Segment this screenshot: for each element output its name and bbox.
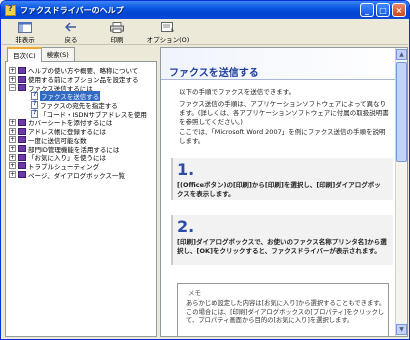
book-icon	[18, 75, 26, 83]
options-label: オプション(O)	[146, 36, 190, 44]
memo-box: メモ あらかじめ設定した内容は[お気に入り]から選択することもできます。この場合…	[177, 283, 389, 336]
intro-example: ここでは、「Microsoft Word 2007」を例にファクス送信の手順を説…	[179, 128, 386, 145]
book-icon	[18, 136, 26, 144]
close-button[interactable]: ×	[392, 3, 406, 17]
tree-item-label: ページ、ダイアログボックス一覧	[28, 171, 125, 180]
toolbar: 非表示 戻る 印刷 オプション(O)	[2, 19, 408, 45]
tab-search[interactable]: 検索(S)	[40, 47, 75, 61]
minimize-button[interactable]: _	[360, 3, 374, 17]
step-1-number: 1.	[177, 160, 195, 179]
title-bar[interactable]: ファクスドライバーのヘルプ _ □ ×	[1, 1, 409, 19]
book-icon	[18, 118, 26, 126]
topic-header: ファクスを送信する	[161, 48, 407, 80]
printer-icon	[110, 21, 124, 33]
nav-tabs: 目次(C) 検索(S)	[7, 47, 75, 62]
memo-text: あらかじめ設定した内容は[お気に入り]から選択することもできます。この場合には、…	[186, 300, 386, 325]
memo-title: メモ	[188, 289, 201, 297]
content-pane: ファクスを送信する 以下の手順でファクスを送信できます。 ファクス送信の手順は、…	[160, 47, 408, 337]
book-icon	[18, 127, 26, 135]
intro-text: 以下の手順でファクスを送信できます。	[179, 88, 296, 96]
tree-item[interactable]: + ページ、ダイアログボックス一覧	[6, 170, 156, 180]
expand-icon[interactable]: +	[9, 127, 16, 135]
maximize-button[interactable]: □	[376, 3, 390, 17]
book-icon	[18, 171, 26, 179]
scroll-down-icon[interactable]: ▼	[396, 324, 407, 335]
step-2-text: [印刷]ダイアログボックスで、お使いのファクス名称プリンタ名]から選択し、[OK…	[177, 238, 387, 255]
help-app-icon	[5, 4, 16, 16]
window-controls: _ □ ×	[360, 3, 406, 17]
hide-pane-icon	[18, 21, 32, 33]
expand-icon[interactable]: +	[9, 171, 16, 179]
contents-tree[interactable]: + ヘルプの使い方や概要、略称について + 使用する前にオプション品を設定する − ファク…	[5, 61, 157, 337]
hide-label: 非表示	[15, 36, 35, 44]
book-icon	[18, 84, 26, 92]
book-icon	[18, 162, 26, 170]
scroll-thumb[interactable]	[396, 62, 407, 162]
expand-icon[interactable]: +	[9, 162, 16, 170]
navigation-pane: 目次(C) 検索(S) + ヘルプの使い方や概要、略称について + 使用する前にオプシ…	[5, 47, 157, 337]
expand-icon[interactable]: +	[9, 136, 16, 144]
expand-icon[interactable]: +	[9, 153, 16, 161]
back-arrow-icon	[64, 21, 78, 33]
print-label: 印刷	[110, 36, 124, 44]
book-icon	[18, 153, 26, 161]
scroll-up-icon[interactable]: ▲	[396, 49, 407, 60]
tab-contents[interactable]: 目次(C)	[7, 47, 42, 62]
step-2: 2. [印刷]ダイアログボックスで、お使いのファクス名称プリンタ名]から選択し、…	[171, 215, 393, 265]
step-1: 1. [(Officeボタン)の[印刷]から[印刷]を選択し、[印刷]ダイアログ…	[171, 158, 393, 200]
book-icon	[18, 145, 26, 153]
intro-note: ファクス送信の手順は、アプリケーションソフトウェアによって異なります。(詳しくは…	[179, 100, 389, 126]
expand-icon[interactable]: +	[9, 145, 16, 153]
step-1-text: [(Officeボタン)の[印刷]から[印刷]を選択し、[印刷]ダイアログボック…	[177, 181, 381, 198]
collapse-icon[interactable]: −	[9, 84, 16, 92]
print-button[interactable]: 印刷	[94, 19, 140, 44]
hide-button[interactable]: 非表示	[2, 19, 48, 44]
expand-icon[interactable]: +	[9, 66, 16, 74]
expand-icon[interactable]: +	[9, 75, 16, 83]
options-icon	[161, 21, 175, 33]
topic-title: ファクスを送信する	[169, 68, 259, 79]
content-scrollbar[interactable]: ▲ ▼	[395, 48, 407, 336]
window-title: ファクスドライバーのヘルプ	[20, 5, 124, 15]
help-window: ファクスドライバーのヘルプ _ □ × 非表示 戻る 印刷	[0, 0, 410, 340]
options-button[interactable]: オプション(O)	[140, 19, 196, 44]
expand-icon[interactable]: +	[9, 118, 16, 126]
back-label: 戻る	[64, 36, 78, 44]
book-icon	[18, 66, 26, 74]
step-2-number: 2.	[177, 217, 195, 236]
back-button[interactable]: 戻る	[48, 19, 94, 44]
